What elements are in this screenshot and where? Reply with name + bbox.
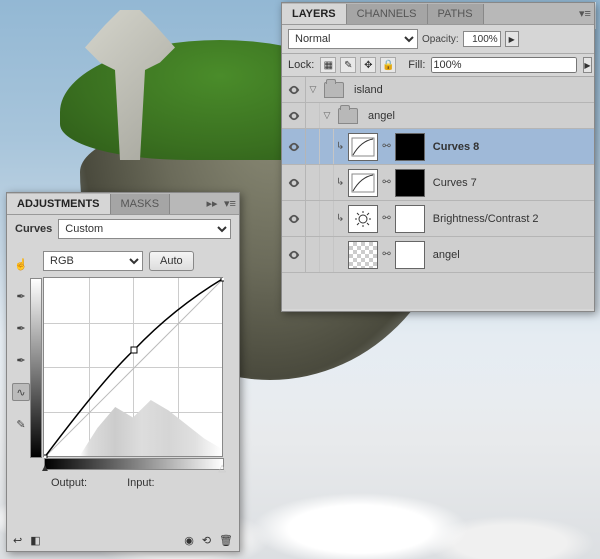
tab-paths[interactable]: PATHS <box>428 4 484 24</box>
mask-thumb[interactable] <box>395 169 425 197</box>
io-readout: Output: Input: <box>51 477 231 489</box>
output-label: Output: <box>51 477 87 489</box>
layer-options-row: Normal Opacity: ▶ <box>282 25 594 54</box>
lock-transparency-icon[interactable]: ▦ <box>320 57 336 73</box>
opacity-input[interactable] <box>463 31 501 47</box>
adjustment-title: Curves <box>15 223 52 235</box>
link-icon[interactable]: ⚯ <box>382 141 390 152</box>
layer-name: Curves 7 <box>433 177 477 189</box>
lock-all-icon[interactable]: 🔒 <box>380 57 396 73</box>
layer-angel-pixels[interactable]: ↳ ⚯ angel <box>282 237 594 273</box>
adjustment-thumb-icon[interactable] <box>348 205 378 233</box>
curves-graph[interactable]: ▲ △ <box>43 277 223 457</box>
black-slider-icon[interactable]: ▲ <box>40 463 50 474</box>
lock-label: Lock: <box>288 59 314 71</box>
draw-curve-icon[interactable]: ✎ <box>12 415 30 433</box>
eyedropper-gray-icon[interactable]: ✒ <box>12 319 30 337</box>
layer-name: Brightness/Contrast 2 <box>433 213 539 225</box>
panel-menu-icon[interactable]: ▾≡ <box>221 197 239 210</box>
layer-list: ▽ island ▽ angel ↳ ⚯ Curves 8 ↳ ⚯ <box>282 77 594 309</box>
panel-menu-icon[interactable]: ▾≡ <box>576 7 594 20</box>
input-label: Input: <box>127 477 155 489</box>
layer-group-angel[interactable]: ▽ angel <box>282 103 594 129</box>
view-previous-icon[interactable]: ◉ <box>184 534 194 547</box>
link-icon[interactable]: ⚯ <box>382 213 390 224</box>
eyedropper-black-icon[interactable]: ✒ <box>12 287 30 305</box>
targeted-adjust-icon[interactable]: ☝ <box>12 255 30 273</box>
layers-tabbar: LAYERS CHANNELS PATHS ▾≡ <box>282 3 594 25</box>
mask-thumb[interactable] <box>395 241 425 269</box>
fill-arrow-icon[interactable]: ▶ <box>583 57 591 73</box>
clip-icon: ↳ <box>336 213 344 224</box>
edit-points-icon[interactable]: ∿ <box>12 383 30 401</box>
preset-select[interactable]: Custom <box>58 219 231 239</box>
layer-group-island[interactable]: ▽ island <box>282 77 594 103</box>
layer-curves8[interactable]: ↳ ⚯ Curves 8 <box>282 129 594 165</box>
layer-name: angel <box>433 249 460 261</box>
layer-name: Curves 8 <box>433 141 479 153</box>
visibility-icon[interactable] <box>282 201 306 236</box>
mask-thumb[interactable] <box>395 133 425 161</box>
folder-icon <box>324 82 344 98</box>
link-icon[interactable]: ⚯ <box>382 249 390 260</box>
adjustments-tabbar: ADJUSTMENTS MASKS ▸▸ ▾≡ <box>7 193 239 215</box>
output-gradient <box>30 278 42 458</box>
tab-layers[interactable]: LAYERS <box>282 4 347 24</box>
eyedropper-white-icon[interactable]: ✒ <box>12 351 30 369</box>
tab-channels[interactable]: CHANNELS <box>347 4 428 24</box>
lock-position-icon[interactable]: ✥ <box>360 57 376 73</box>
layer-thumb[interactable] <box>348 241 378 269</box>
clip-to-layer-icon[interactable]: ◧ <box>30 534 40 547</box>
channel-select[interactable]: RGB <box>43 251 143 271</box>
reset-icon[interactable]: ⟲ <box>202 534 211 547</box>
disclosure-icon[interactable]: ▽ <box>320 110 334 121</box>
layer-name: island <box>354 84 383 96</box>
visibility-icon[interactable] <box>282 129 306 164</box>
mask-thumb[interactable] <box>395 205 425 233</box>
auto-button[interactable]: Auto <box>149 251 194 271</box>
curve-line[interactable] <box>44 278 224 458</box>
disclosure-icon[interactable]: ▽ <box>306 84 320 95</box>
clip-icon: ↳ <box>336 141 344 152</box>
layer-brightness[interactable]: ↳ ⚯ Brightness/Contrast 2 <box>282 201 594 237</box>
visibility-icon[interactable] <box>282 165 306 200</box>
visibility-icon[interactable] <box>282 77 306 102</box>
white-slider-icon[interactable]: △ <box>218 463 226 474</box>
tab-adjustments[interactable]: ADJUSTMENTS <box>7 194 111 214</box>
folder-icon <box>338 108 358 124</box>
opacity-arrow-icon[interactable]: ▶ <box>505 31 519 47</box>
trash-icon[interactable]: 🗑 <box>219 534 233 547</box>
collapse-icon[interactable]: ▸▸ <box>203 197 221 210</box>
input-gradient <box>44 458 224 470</box>
adjustment-thumb-icon[interactable] <box>348 133 378 161</box>
visibility-icon[interactable] <box>282 103 306 128</box>
fill-label: Fill: <box>408 59 425 71</box>
lock-row: Lock: ▦ ✎ ✥ 🔒 Fill: ▶ <box>282 54 594 77</box>
clip-icon: ↳ <box>336 177 344 188</box>
layer-name: angel <box>368 110 395 122</box>
return-arrow-icon[interactable]: ↩ <box>13 534 22 547</box>
layer-curves7[interactable]: ↳ ⚯ Curves 7 <box>282 165 594 201</box>
visibility-icon[interactable] <box>282 237 306 272</box>
adjustment-thumb-icon[interactable] <box>348 169 378 197</box>
opacity-label: Opacity: <box>422 34 459 45</box>
lock-paint-icon[interactable]: ✎ <box>340 57 356 73</box>
adjustments-panel: ADJUSTMENTS MASKS ▸▸ ▾≡ Curves Custom ☝ … <box>6 192 240 552</box>
layers-panel: LAYERS CHANNELS PATHS ▾≡ Normal Opacity:… <box>281 2 595 312</box>
fill-input[interactable] <box>431 57 577 73</box>
link-icon[interactable]: ⚯ <box>382 177 390 188</box>
tab-masks[interactable]: MASKS <box>111 194 171 214</box>
blend-mode-select[interactable]: Normal <box>288 29 418 49</box>
